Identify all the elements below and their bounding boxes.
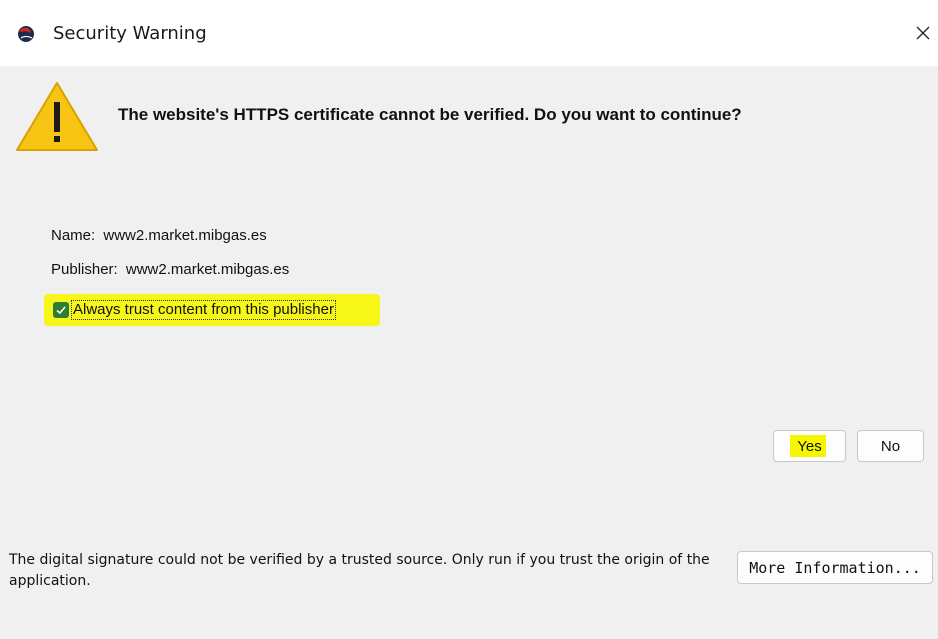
checkmark-icon <box>56 306 66 315</box>
publisher-label: Publisher: <box>51 261 118 278</box>
publisher-row: Publisher: www2.market.mibgas.es <box>51 260 289 280</box>
no-button[interactable]: No <box>857 430 924 462</box>
warning-triangle-icon <box>14 80 100 152</box>
name-label: Name: <box>51 227 96 244</box>
name-row: Name: www2.market.mibgas.es <box>51 226 267 246</box>
always-trust-label[interactable]: Always trust content from this publisher <box>71 300 336 320</box>
window-title: Security Warning <box>53 23 207 44</box>
warning-headline: The website's HTTPS certificate cannot b… <box>118 105 742 124</box>
yes-button-label: Yes <box>797 437 822 455</box>
java-cup-icon <box>16 24 36 44</box>
signature-warning-text: The digital signature could not be verif… <box>9 552 710 589</box>
close-button[interactable] <box>908 16 938 50</box>
more-information-button[interactable]: More Information... <box>737 551 933 584</box>
always-trust-checkbox[interactable] <box>53 302 69 318</box>
publisher-value: www2.market.mibgas.es <box>125 261 290 278</box>
close-icon <box>916 26 930 40</box>
yes-button[interactable]: Yes <box>773 430 846 462</box>
title-bar: Security Warning <box>0 0 938 66</box>
name-value: www2.market.mibgas.es <box>103 227 267 244</box>
always-trust-checkbox-row[interactable]: Always trust content from this publisher <box>44 292 336 328</box>
